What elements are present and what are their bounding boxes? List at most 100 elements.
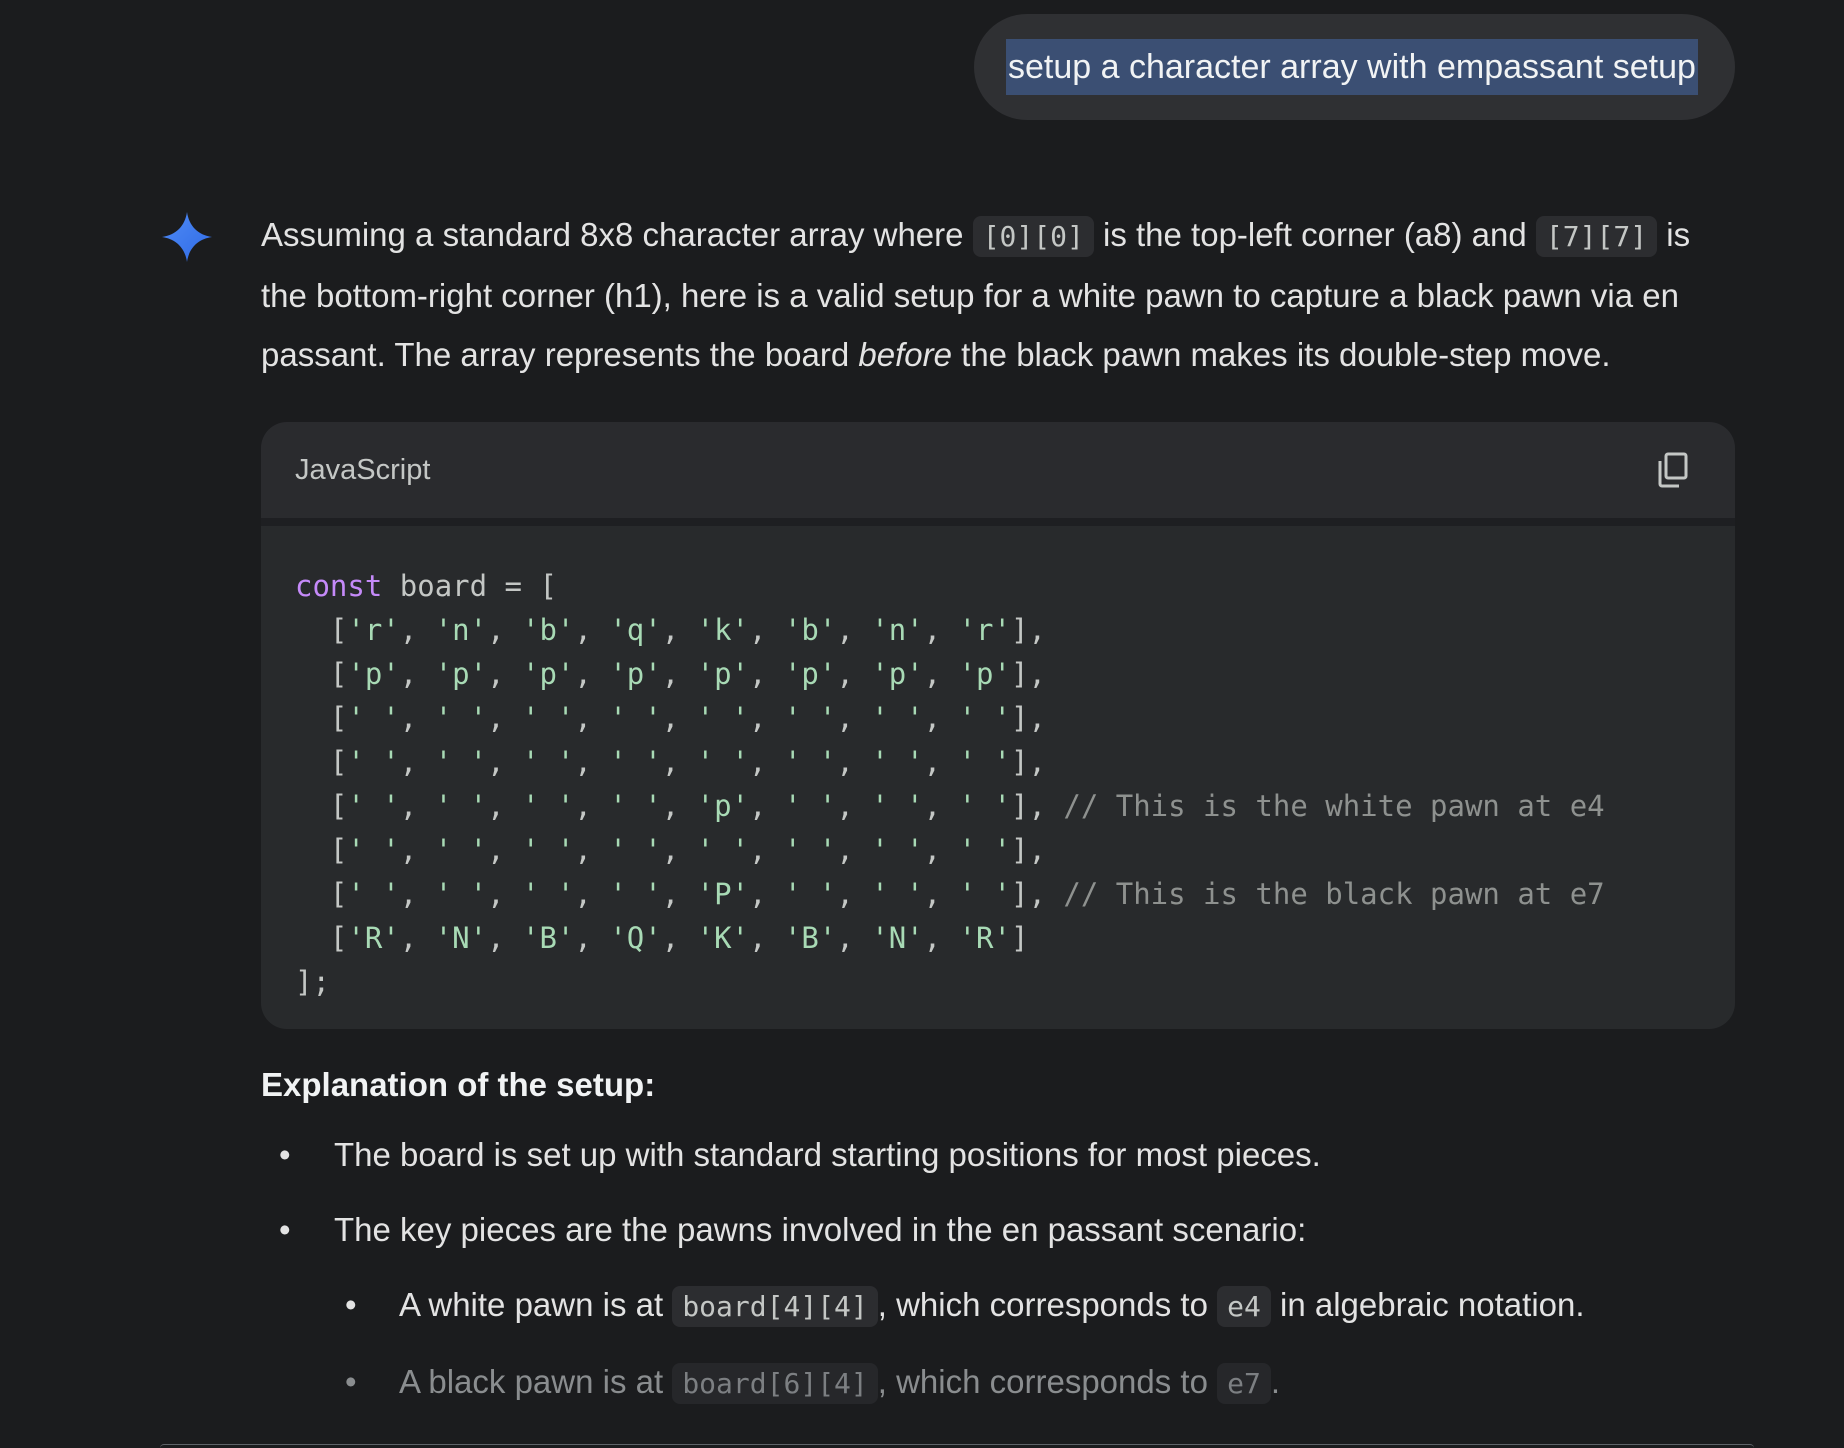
code-string: ' ' [783, 833, 837, 867]
inline-code: e4 [1217, 1286, 1271, 1327]
code-line: ['R', 'N', 'B', 'Q', 'K', 'B', 'N', 'R'] [295, 921, 1029, 955]
code-comment: // This is the black pawn at e7 [1063, 877, 1605, 911]
code-string: 'p' [609, 657, 662, 691]
copy-icon [1658, 452, 1688, 488]
code-string: 'q' [609, 613, 662, 647]
code-block-header: JavaScript [261, 422, 1735, 518]
code-string: ' ' [871, 745, 924, 779]
copy-code-button[interactable] [1651, 448, 1695, 492]
code-string: 'p' [871, 657, 924, 691]
code-string: 'p' [783, 657, 837, 691]
input-box-edge [160, 1444, 1754, 1448]
code-string: ' ' [522, 701, 575, 735]
code-string: 'k' [696, 613, 750, 647]
code-string: ' ' [609, 789, 662, 823]
code-string: 'n' [871, 613, 924, 647]
code-string: 'r' [958, 613, 1011, 647]
code-string: ' ' [696, 701, 750, 735]
user-message-text: setup a character array with empassant s… [1006, 39, 1698, 95]
code-string: ' ' [958, 745, 1011, 779]
code-line: [' ', ' ', ' ', ' ', ' ', ' ', ' ', ' ']… [295, 833, 1046, 867]
code-string: 'p' [434, 657, 488, 691]
inline-code: board[6][4] [672, 1363, 878, 1404]
code-string: ' ' [347, 745, 400, 779]
code-line: const board = [ [295, 569, 557, 603]
code-line: ['p', 'p', 'p', 'p', 'p', 'p', 'p', 'p']… [295, 657, 1046, 691]
code-string: ' ' [783, 789, 837, 823]
code-string: ' ' [609, 877, 662, 911]
inline-code: [0][0] [972, 216, 1094, 257]
code-string: ' ' [347, 701, 400, 735]
code-content: const board = [ ['r', 'n', 'b', 'q', 'k'… [261, 526, 1735, 1029]
code-string: ' ' [347, 833, 400, 867]
code-string: 'Q' [609, 921, 662, 955]
user-message-bubble: setup a character array with empassant s… [974, 14, 1735, 120]
code-string: 'P' [696, 877, 750, 911]
code-string: ' ' [958, 833, 1011, 867]
code-string: 'N' [434, 921, 488, 955]
code-string: ' ' [871, 833, 924, 867]
code-string: ' ' [434, 833, 488, 867]
code-string: ' ' [434, 877, 488, 911]
code-line: ]; [295, 965, 330, 999]
explanation-heading: Explanation of the setup: [261, 1066, 656, 1103]
code-string: 'p' [347, 657, 400, 691]
code-string: 'R' [347, 921, 400, 955]
code-string: ' ' [522, 877, 575, 911]
list-item: The board is set up with standard starti… [261, 1132, 1741, 1178]
response-intro: Assuming a standard 8x8 character array … [261, 216, 1691, 373]
inline-code: board[4][4] [672, 1286, 878, 1327]
explanation-list: The board is set up with standard starti… [261, 1132, 1741, 1407]
code-string: ' ' [522, 745, 575, 779]
code-string: ' ' [871, 701, 924, 735]
code-string: 'b' [783, 613, 837, 647]
code-string: 'N' [871, 921, 924, 955]
code-string: ' ' [696, 833, 750, 867]
code-string: 'p' [522, 657, 575, 691]
code-language-label: JavaScript [295, 453, 431, 486]
code-string: ' ' [347, 877, 400, 911]
code-string: 'B' [783, 921, 837, 955]
code-string: ' ' [609, 745, 662, 779]
response-body: Assuming a standard 8x8 character array … [261, 205, 1741, 384]
code-string: ' ' [347, 789, 400, 823]
code-string: 'r' [347, 613, 400, 647]
gemini-spark-icon [162, 212, 212, 262]
code-string: 'b' [522, 613, 575, 647]
code-string: ' ' [609, 833, 662, 867]
code-string: ' ' [958, 701, 1011, 735]
code-string: ' ' [522, 833, 575, 867]
list-item: A white pawn is at board[4][4], which co… [261, 1282, 1741, 1330]
code-line: [' ', ' ', ' ', ' ', 'P', ' ', ' ', ' ']… [295, 877, 1605, 911]
code-string: 'p' [958, 657, 1011, 691]
list-item: The key pieces are the pawns involved in… [261, 1207, 1741, 1253]
code-string: ' ' [434, 701, 488, 735]
list-item: A black pawn is at board[6][4], which co… [261, 1359, 1741, 1407]
code-line: [' ', ' ', ' ', ' ', ' ', ' ', ' ', ' ']… [295, 745, 1046, 779]
code-line: ['r', 'n', 'b', 'q', 'k', 'b', 'n', 'r']… [295, 613, 1046, 647]
code-string: 'B' [522, 921, 575, 955]
code-string: ' ' [958, 877, 1011, 911]
code-line: [' ', ' ', ' ', ' ', ' ', ' ', ' ', ' ']… [295, 701, 1046, 735]
code-comment: // This is the white pawn at e4 [1063, 789, 1605, 823]
code-string: 'p' [696, 789, 750, 823]
inline-code: e7 [1217, 1363, 1271, 1404]
explanation-section: Explanation of the setup: The board is s… [261, 1066, 1741, 1436]
inline-code: [7][7] [1535, 216, 1658, 257]
code-string: ' ' [871, 789, 924, 823]
code-string: ' ' [871, 877, 924, 911]
code-line: [' ', ' ', ' ', ' ', 'p', ' ', ' ', ' ']… [295, 789, 1605, 823]
code-string: ' ' [434, 789, 488, 823]
code-block: JavaScript const board = [ ['r', 'n', 'b… [261, 422, 1735, 1029]
code-string: ' ' [783, 745, 837, 779]
code-string: ' ' [783, 877, 837, 911]
code-string: 'n' [434, 613, 488, 647]
code-string: 'K' [696, 921, 750, 955]
code-string: 'p' [696, 657, 750, 691]
code-string: ' ' [783, 701, 837, 735]
code-string: ' ' [609, 701, 662, 735]
code-string: ' ' [434, 745, 488, 779]
code-string: ' ' [522, 789, 575, 823]
code-string: ' ' [696, 745, 750, 779]
code-string: 'R' [958, 921, 1011, 955]
